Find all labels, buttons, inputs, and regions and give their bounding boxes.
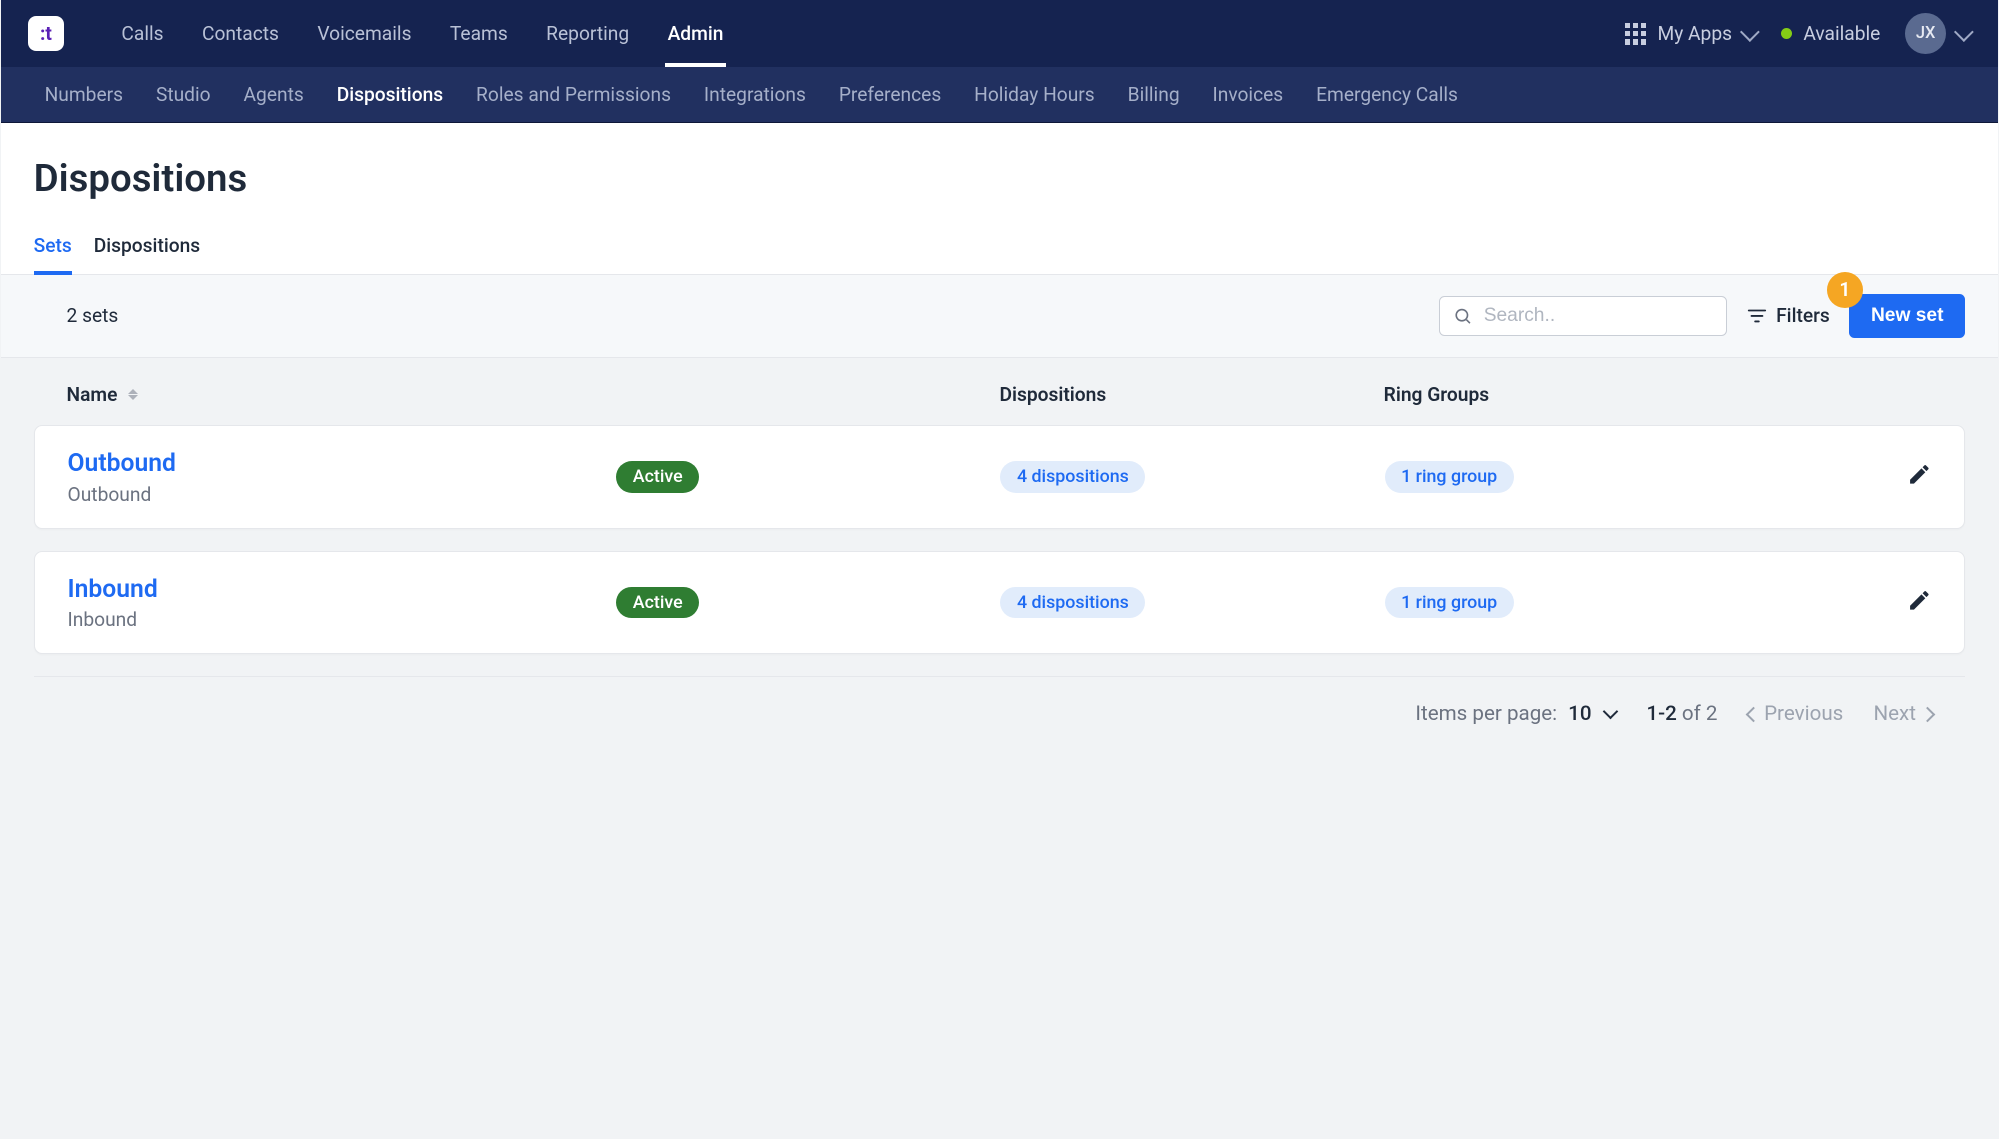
subnav-invoices[interactable]: Invoices [1196,67,1300,123]
filters-label: Filters [1776,304,1830,327]
subnav-numbers[interactable]: Numbers [28,67,139,123]
user-menu[interactable]: JX [1905,13,1971,54]
chevron-down-icon [1603,703,1619,719]
subnav-preferences[interactable]: Preferences [822,67,957,123]
table-header: Name Dispositions Ring Groups [34,358,1966,425]
nav-voicemails[interactable]: Voicemails [298,0,431,67]
nav-contacts[interactable]: Contacts [183,0,298,67]
primary-nav: Calls Contacts Voicemails Teams Reportin… [102,0,742,67]
filters-button[interactable]: Filters [1746,304,1830,327]
step-badge: 1 [1827,272,1863,308]
search-input[interactable] [1484,305,1712,327]
search-icon [1453,305,1472,327]
pagination: Items per page: 10 1-2 of 2 Previous Nex… [34,676,1966,750]
row-title-link[interactable]: Outbound [68,448,617,480]
nav-admin[interactable]: Admin [648,0,742,67]
tab-sets[interactable]: Sets [34,223,72,273]
search-box[interactable] [1439,296,1727,336]
dispositions-chip[interactable]: 4 dispositions [1000,587,1145,619]
top-right-controls: My Apps Available JX [1625,13,1971,54]
ring-groups-chip[interactable]: 1 ring group [1385,461,1514,493]
subnav-studio[interactable]: Studio [139,67,227,123]
list-toolbar: 2 sets Filters 1 New set [1,275,1999,358]
subnav-holiday-hours[interactable]: Holiday Hours [958,67,1111,123]
admin-subnav: Numbers Studio Agents Dispositions Roles… [1,67,1999,123]
avatar: JX [1905,13,1946,54]
items-per-page-label: Items per page: [1415,702,1557,726]
subnav-agents[interactable]: Agents [227,67,320,123]
chevron-right-icon [1919,706,1935,722]
page-range: 1-2 [1646,702,1676,726]
chevron-down-icon [1954,22,1973,41]
subnav-dispositions[interactable]: Dispositions [320,67,459,123]
pencil-icon [1907,588,1932,613]
edit-button[interactable] [1907,588,1932,613]
next-page-button[interactable]: Next [1873,702,1932,726]
chevron-left-icon [1745,706,1761,722]
app-logo[interactable]: :t [28,16,64,52]
row-title-link[interactable]: Inbound [68,574,617,606]
subnav-emergency-calls[interactable]: Emergency Calls [1300,67,1475,123]
apps-grid-icon [1625,23,1647,45]
page-size-selector[interactable]: Items per page: 10 [1415,702,1616,726]
edit-button[interactable] [1907,462,1932,487]
page-size-value: 10 [1568,702,1591,726]
previous-page-button[interactable]: Previous [1748,702,1844,726]
page-tabs: Sets Dispositions [1,223,1999,273]
top-nav: :t Calls Contacts Voicemails Teams Repor… [1,0,1999,67]
filter-icon [1746,305,1768,327]
dispositions-chip[interactable]: 4 dispositions [1000,461,1145,493]
column-dispositions: Dispositions [999,383,1383,406]
my-apps-menu[interactable]: My Apps [1625,22,1757,45]
ring-groups-chip[interactable]: 1 ring group [1385,587,1514,619]
status-badge: Active [616,461,699,493]
subnav-integrations[interactable]: Integrations [687,67,822,123]
sort-icon [128,389,138,400]
status-label: Available [1803,22,1880,45]
pencil-icon [1907,462,1932,487]
nav-teams[interactable]: Teams [431,0,527,67]
table-row: Outbound Outbound Active 4 dispositions … [34,425,1966,529]
nav-calls[interactable]: Calls [102,0,183,67]
page-header: Dispositions Sets Dispositions [1,123,1999,274]
chevron-down-icon [1740,22,1759,41]
page-total: 2 [1706,702,1718,726]
results-count: 2 sets [34,304,119,327]
page-of-label: of [1682,702,1701,726]
status-dot-icon [1781,28,1792,39]
subnav-billing[interactable]: Billing [1111,67,1196,123]
column-name[interactable]: Name [67,383,616,406]
column-ring-groups: Ring Groups [1384,383,1768,406]
column-name-label: Name [67,383,118,406]
previous-label: Previous [1764,702,1843,726]
row-subtitle: Inbound [68,608,617,631]
status-badge: Active [616,587,699,619]
nav-reporting[interactable]: Reporting [527,0,648,67]
presence-status[interactable]: Available [1781,22,1880,45]
tab-dispositions[interactable]: Dispositions [94,223,200,273]
row-subtitle: Outbound [68,483,617,506]
next-label: Next [1873,702,1916,726]
subnav-roles-permissions[interactable]: Roles and Permissions [460,67,688,123]
new-set-button[interactable]: New set [1849,294,1965,338]
table-row: Inbound Inbound Active 4 dispositions 1 … [34,551,1966,655]
page-title: Dispositions [1,123,1999,223]
my-apps-label: My Apps [1657,22,1732,45]
